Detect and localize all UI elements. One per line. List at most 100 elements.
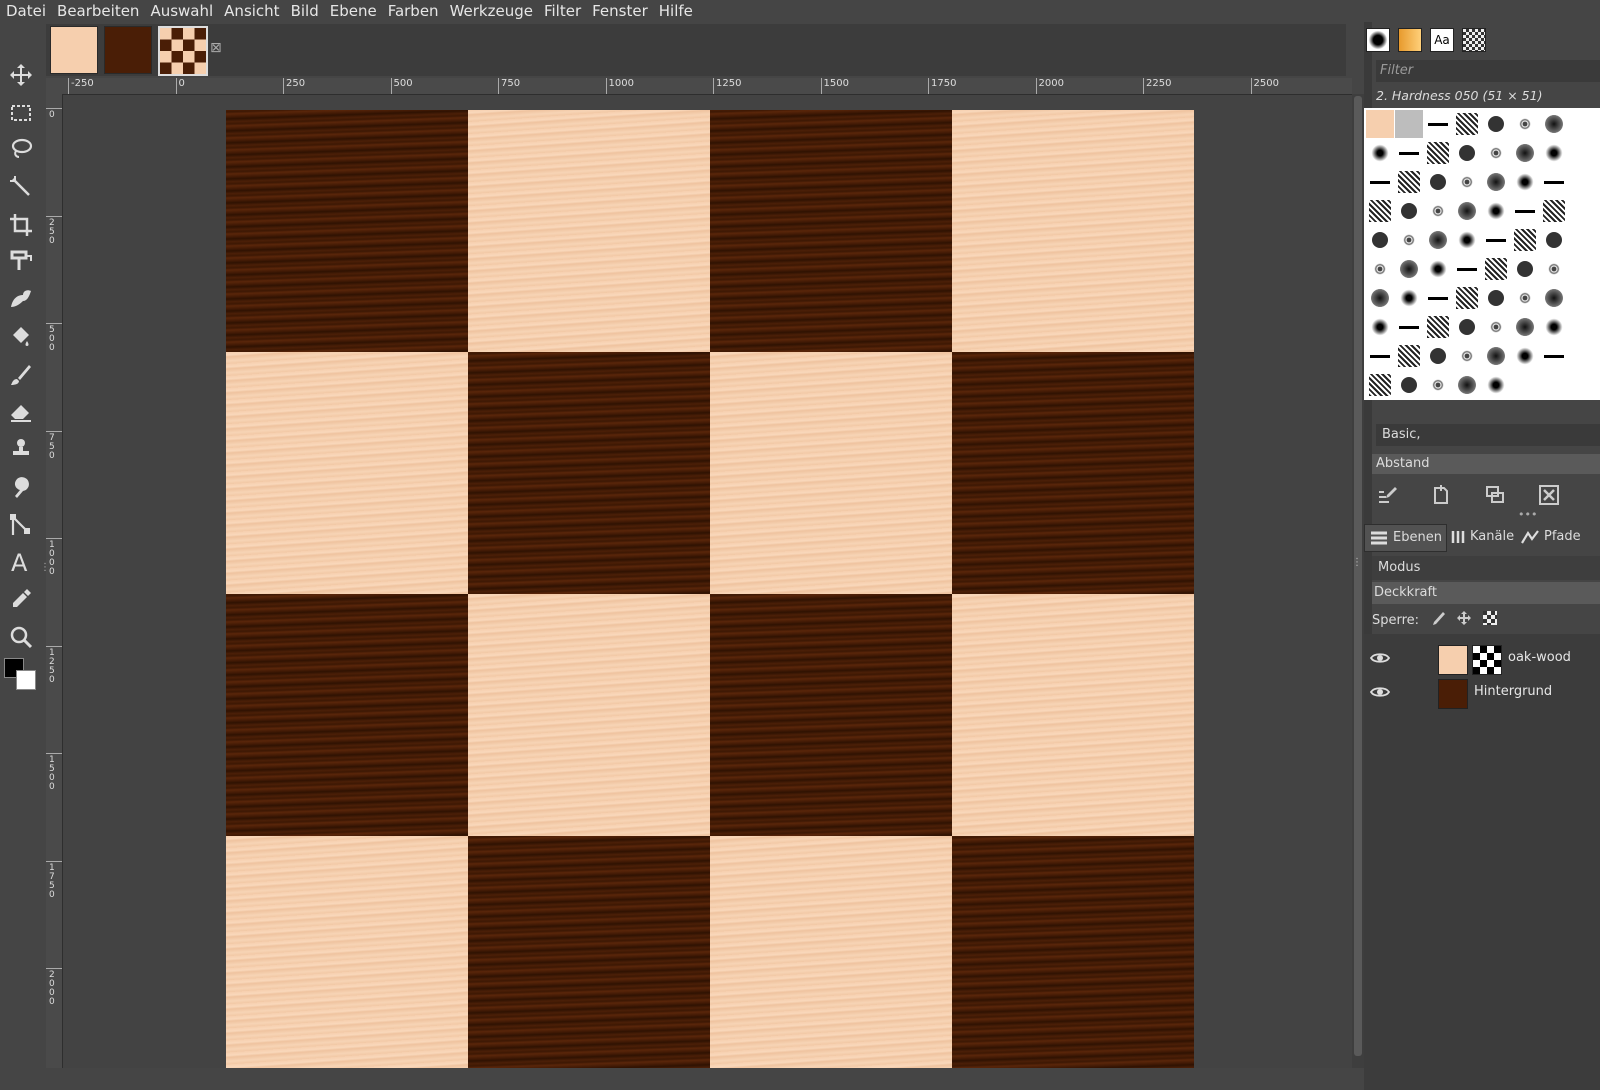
brush-thumbnail[interactable] [1453,255,1481,283]
brush-thumbnail[interactable] [1424,255,1452,283]
menu-item-filter[interactable]: Filter [538,1,586,21]
brush-thumbnail[interactable] [1395,313,1423,341]
smudge-tool-icon[interactable] [4,470,38,504]
brush-thumbnail[interactable] [1540,168,1568,196]
patterns-tab-icon[interactable] [1398,28,1422,52]
tab-channels[interactable]: Kanäle [1446,524,1518,550]
tab-paths[interactable]: Pfade [1516,524,1585,550]
menu-item-datei[interactable]: Datei [0,1,51,21]
brush-thumbnail[interactable] [1482,197,1510,225]
ruler-corner[interactable] [46,78,62,94]
delete-brush-icon[interactable] [1534,480,1564,510]
menu-item-bearbeiten[interactable]: Bearbeiten [51,1,144,21]
menu-item-ebene[interactable]: Ebene [324,1,382,21]
layer-row[interactable]: Hintergrund [1364,676,1600,710]
brush-thumbnail[interactable] [1511,226,1539,254]
brush-thumbnail[interactable] [1511,168,1539,196]
brush-thumbnail[interactable] [1395,284,1423,312]
brush-thumbnail[interactable] [1511,255,1539,283]
brush-thumbnail[interactable] [1424,110,1452,138]
panel-more-icon[interactable]: ••• [1518,508,1537,521]
brush-thumbnail[interactable] [1366,313,1394,341]
layer-row[interactable]: oak-wood [1364,642,1600,676]
brush-thumbnail[interactable] [1366,371,1394,399]
image-tab-oak-dark[interactable] [104,26,152,74]
eye-icon[interactable] [1369,684,1391,704]
brush-thumbnail[interactable] [1453,168,1481,196]
brush-thumbnail[interactable] [1540,284,1568,312]
lock-alpha-icon[interactable] [1483,611,1498,629]
brush-thumbnail[interactable] [1424,313,1452,341]
brush-filter-input[interactable]: Filter [1376,60,1600,82]
brush-thumbnail[interactable] [1395,255,1423,283]
brush-thumbnail[interactable] [1482,139,1510,167]
brush-thumbnail[interactable] [1540,139,1568,167]
eraser-tool-icon[interactable] [4,394,38,428]
opacity-slider[interactable]: Deckkraft [1372,582,1600,604]
brush-thumbnail[interactable] [1511,284,1539,312]
brush-thumbnail[interactable] [1540,197,1568,225]
brush-thumbnail[interactable] [1482,313,1510,341]
brush-thumbnail[interactable] [1366,342,1394,370]
brush-thumbnail[interactable] [1395,197,1423,225]
brush-thumbnail[interactable] [1482,168,1510,196]
brush-thumbnail[interactable] [1424,284,1452,312]
menu-item-werkzeuge[interactable]: Werkzeuge [444,1,538,21]
rect-select-tool-icon[interactable] [4,96,38,130]
duplicate-brush-icon[interactable] [1480,480,1510,510]
brush-thumbnail[interactable] [1511,110,1539,138]
brush-thumbnail[interactable] [1366,226,1394,254]
brush-grid[interactable] [1364,108,1600,400]
brush-thumbnail[interactable] [1482,284,1510,312]
dock-grip-icon[interactable]: ⋮ [1352,557,1362,577]
brush-thumbnail[interactable] [1453,313,1481,341]
paintbrush-tool-icon[interactable] [4,358,38,392]
brush-thumbnail[interactable] [1395,226,1423,254]
brush-thumbnail[interactable] [1482,371,1510,399]
brush-thumbnail[interactable] [1424,342,1452,370]
brush-thumbnail[interactable] [1511,197,1539,225]
menu-item-fenster[interactable]: Fenster [586,1,653,21]
spacing-slider[interactable]: Abstand [1372,454,1600,474]
brush-thumbnail[interactable] [1453,197,1481,225]
image-canvas[interactable] [63,95,1352,1068]
new-brush-icon[interactable] [1426,480,1456,510]
warp-transform-tool-icon[interactable] [4,282,38,316]
canvas-vertical-scrollbar[interactable] [1352,94,1364,1068]
brush-thumbnail[interactable] [1453,226,1481,254]
fonts-tab-icon[interactable]: Aa [1430,28,1454,52]
brush-thumbnail[interactable] [1453,284,1481,312]
color-picker-tool-icon[interactable] [4,582,38,616]
gradients-tab-icon[interactable] [1462,28,1486,52]
checkerboard-image[interactable] [226,110,1194,1068]
close-tab-icon[interactable]: ⊠ [210,40,222,56]
crop-tool-icon[interactable] [4,208,38,242]
brush-thumbnail[interactable] [1453,110,1481,138]
menu-item-bild[interactable]: Bild [285,1,324,21]
image-tab-oak-light[interactable] [50,26,98,74]
brush-thumbnail[interactable] [1366,139,1394,167]
text-tool-icon[interactable]: A [4,544,38,578]
brush-thumbnail[interactable] [1453,371,1481,399]
eye-icon[interactable] [1369,650,1391,670]
brush-thumbnail[interactable] [1540,255,1568,283]
menu-item-hilfe[interactable]: Hilfe [653,1,698,21]
zoom-tool-icon[interactable] [4,620,38,654]
vertical-ruler[interactable]: 0 250 500 750 1000 1250 1500 1750 2000 [46,94,63,1068]
menu-item-farben[interactable]: Farben [382,1,444,21]
brush-preset-field[interactable]: Basic, [1376,424,1600,446]
image-tab-checkerboard[interactable] [158,26,208,76]
tab-layers[interactable]: Ebenen [1364,524,1447,552]
brush-thumbnail[interactable] [1482,255,1510,283]
brush-thumbnail[interactable] [1482,110,1510,138]
brush-thumbnail[interactable] [1424,139,1452,167]
brush-thumbnail[interactable] [1540,313,1568,341]
brush-thumbnail[interactable] [1395,168,1423,196]
brush-thumbnail[interactable] [1395,371,1423,399]
clone-tool-icon[interactable] [4,432,38,466]
brush-thumbnail[interactable] [1366,284,1394,312]
brush-thumbnail[interactable] [1366,255,1394,283]
brush-thumbnail[interactable] [1366,168,1394,196]
brush-thumbnail[interactable] [1395,342,1423,370]
brush-thumbnail[interactable] [1424,168,1452,196]
